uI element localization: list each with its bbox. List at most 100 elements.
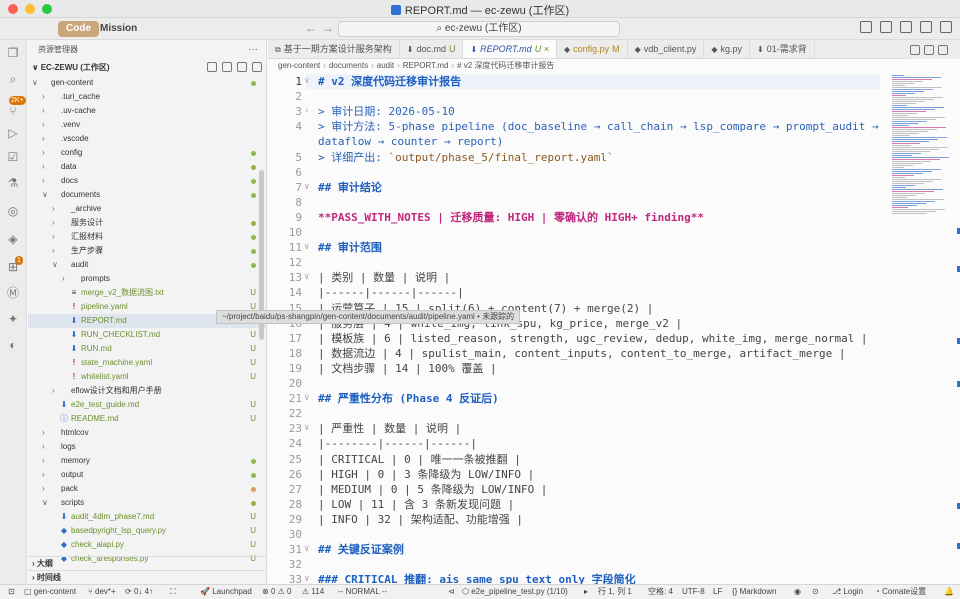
explorer-icon[interactable]: ❐ xyxy=(6,46,20,60)
tree-item[interactable]: › 汇报材料 xyxy=(28,230,266,244)
breadcrumb-item[interactable]: gen-content xyxy=(278,61,320,70)
run-debug-icon[interactable]: ▷ xyxy=(6,126,20,140)
tree-item[interactable]: › 服务设计 xyxy=(28,216,266,230)
source-control-icon[interactable]: ⑂ xyxy=(6,104,20,118)
fold-chevron-icon[interactable]: ∨ xyxy=(304,74,309,89)
chevron-down-icon[interactable]: ∨ xyxy=(42,496,50,510)
minimap[interactable] xyxy=(890,73,950,214)
chevron-right-icon[interactable]: › xyxy=(42,440,50,454)
fold-chevron-icon[interactable]: ∨ xyxy=(304,572,309,584)
tree-item[interactable]: ⬇ RUN_CHECKLIST.md U xyxy=(28,328,266,342)
new-folder-icon[interactable] xyxy=(222,62,232,72)
notifications-icon[interactable]: ◉ xyxy=(794,585,801,599)
tree-item[interactable]: ∨ documents xyxy=(28,188,266,202)
tree-item[interactable]: › output xyxy=(28,468,266,482)
chevron-down-icon[interactable]: ∨ xyxy=(32,76,40,90)
chevron-right-icon[interactable]: › xyxy=(42,454,50,468)
code-line[interactable]: dataflow → counter → report) xyxy=(268,134,888,149)
accounts-icon[interactable] xyxy=(940,21,952,33)
editor-scrollbar[interactable] xyxy=(956,73,960,584)
code-line[interactable]: 12 xyxy=(268,255,888,270)
command-search-box[interactable]: ⌕ ec-zewu (工作区) xyxy=(338,21,620,37)
breadcrumb-item[interactable]: # v2 深度代码迁移审计报告 xyxy=(457,61,554,70)
code-line[interactable]: 13 ∨ | 类别 | 数量 | 说明 | xyxy=(268,270,888,285)
toggle-panel-icon[interactable] xyxy=(900,21,912,33)
code-line[interactable]: 30 xyxy=(268,527,888,542)
minimize-window-button[interactable] xyxy=(25,3,35,14)
markdown-editor[interactable]: 1 ∨ # v2 深度代码迁移审计报告 2 3 › > 审计日期: 2026-05-10 4 >… xyxy=(268,73,960,584)
code-line[interactable]: 10 xyxy=(268,225,888,240)
code-line[interactable]: 18 | 数据流边 | 4 | spulist_main, content_inp… xyxy=(268,346,888,361)
fold-chevron-icon[interactable]: ∨ xyxy=(304,542,309,557)
code-line[interactable]: 19 | 文档步骤 | 14 | 100% 覆盖 | xyxy=(268,361,888,376)
end-of-line[interactable]: LF xyxy=(713,585,722,599)
split-editor-icon[interactable] xyxy=(910,44,920,55)
accounts-status-icon[interactable]: ⊙ xyxy=(812,585,819,599)
code-line[interactable]: 3 › > 审计日期: 2026-05-10 xyxy=(268,104,888,119)
editor-tab[interactable]: ⬇ REPORT.md U × xyxy=(463,40,557,58)
search-icon[interactable]: ⌕ xyxy=(6,72,20,86)
tree-item[interactable]: › logs xyxy=(28,440,266,454)
more-actions-icon[interactable]: ··· xyxy=(248,40,258,60)
code-line[interactable]: 22 xyxy=(268,406,888,421)
tree-item[interactable]: › prompts xyxy=(28,272,266,286)
login-status[interactable]: ⎇ Login xyxy=(832,585,863,599)
tree-item[interactable]: ∨ gen-content xyxy=(28,76,266,90)
chevron-down-icon[interactable]: ∨ xyxy=(42,188,50,202)
bell-icon[interactable]: 🔔 xyxy=(944,585,954,599)
toggle-sidebar-icon[interactable] xyxy=(880,21,892,33)
remote-icon[interactable]: ◎ xyxy=(6,204,20,218)
code-line[interactable]: 4 > 审计方法: 5-phase pipeline (doc_baseline … xyxy=(268,119,888,134)
tree-item[interactable]: ∨ scripts xyxy=(28,496,266,510)
chevron-right-icon[interactable]: › xyxy=(62,272,70,286)
chevron-right-icon[interactable]: › xyxy=(42,132,50,146)
tree-item[interactable]: › .uv-cache xyxy=(28,104,266,118)
more-editor-actions-icon[interactable] xyxy=(938,44,948,55)
tree-item[interactable]: ⓘ README.md U xyxy=(28,412,266,426)
tree-item[interactable]: ! whitelist.yaml U xyxy=(28,370,266,384)
tree-item[interactable]: › memory xyxy=(28,454,266,468)
editor-tab[interactable]: ◆ vdb_client.py xyxy=(628,40,705,58)
refresh-icon[interactable] xyxy=(237,62,247,72)
comate-settings[interactable]: ◔ Comate设置 xyxy=(875,585,926,599)
sync-status[interactable]: ⟳ 0↓ 4↑ xyxy=(125,585,153,599)
tree-item[interactable]: › .venv xyxy=(28,118,266,132)
code-line[interactable]: 20 xyxy=(268,376,888,391)
editor-tab[interactable]: ⬇ doc.md U xyxy=(400,40,464,58)
chevron-right-icon[interactable]: › xyxy=(42,174,50,188)
back-arrow-icon[interactable]: ← xyxy=(305,21,317,35)
chevron-right-icon[interactable]: › xyxy=(42,426,50,440)
problems-status[interactable]: ⊗ 0 ⚠ 0 xyxy=(262,585,291,599)
test-file-status[interactable]: ⬡ e2e_pipeline_test.py (1/10) xyxy=(462,585,568,599)
code-line[interactable]: 28 | LOW | 11 | 含 3 条新发现问题 | xyxy=(268,497,888,512)
tree-item[interactable]: › eflow设计文档和用户手册 xyxy=(28,384,266,398)
code-line[interactable]: 8 xyxy=(268,195,888,210)
tree-item[interactable]: ∨ audit xyxy=(28,258,266,272)
encoding[interactable]: UTF-8 xyxy=(682,585,705,599)
code-line[interactable]: 21 ∨ ## 严重性分布 (Phase 4 反证后) xyxy=(268,391,888,406)
tree-item[interactable]: ! state_machine.yaml U xyxy=(28,356,266,370)
tree-item[interactable]: ⬇ e2e_test_guide.md U xyxy=(28,398,266,412)
chevron-right-icon[interactable]: › xyxy=(52,216,60,230)
fold-chevron-icon[interactable]: ∨ xyxy=(304,180,309,195)
launchpad-status[interactable]: 🚀 Launchpad xyxy=(200,585,252,599)
tree-item[interactable]: › .vscode xyxy=(28,132,266,146)
tree-item[interactable]: ◆ basedpyright_lsp_query.py U xyxy=(28,524,266,538)
language-mode[interactable]: {} Markdown xyxy=(732,585,776,599)
code-line[interactable]: 24 |--------|------|------| xyxy=(268,436,888,451)
chevron-right-icon[interactable]: › xyxy=(42,104,50,118)
new-file-icon[interactable] xyxy=(207,62,217,72)
run-icon[interactable]: ⊲ xyxy=(448,585,455,599)
fold-chevron-icon[interactable]: › xyxy=(304,104,309,119)
zoom-window-button[interactable] xyxy=(42,3,52,14)
tree-item[interactable]: › pack xyxy=(28,482,266,496)
api-icon[interactable]: ◈ xyxy=(6,232,20,246)
workspace-root[interactable]: ∨ EC-ZEWU (工作区) xyxy=(28,60,266,76)
chevron-right-icon[interactable]: › xyxy=(52,230,60,244)
breadcrumb-item[interactable]: REPORT.md xyxy=(403,61,449,70)
tree-item[interactable]: ⬇ RUN.md U xyxy=(28,342,266,356)
chevron-right-icon[interactable]: › xyxy=(42,160,50,174)
editor-tab[interactable]: ⬇ 01-需求背 xyxy=(750,40,815,58)
tree-item[interactable]: ◆ check_aiapi.py U xyxy=(28,538,266,552)
code-line[interactable]: 17 | 模板族 | 6 | listed_reason, strength, u… xyxy=(268,331,888,346)
